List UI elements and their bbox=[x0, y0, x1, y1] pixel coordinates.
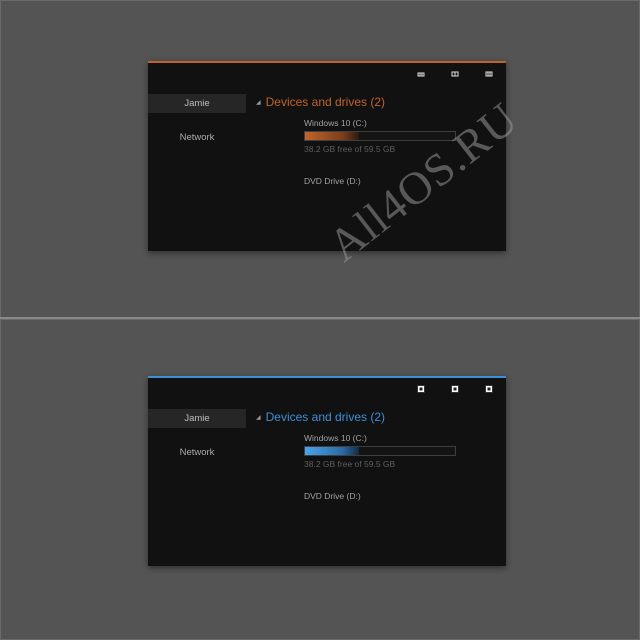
drive-c[interactable]: Windows 10 (C:) 38.2 GB free of 59.5 GB bbox=[304, 118, 456, 154]
maximize-icon[interactable] bbox=[450, 69, 460, 79]
collapse-arrow-icon: ◢ bbox=[256, 99, 261, 106]
preview-divider bbox=[0, 317, 640, 319]
group-title: Devices and drives (2) bbox=[265, 410, 386, 424]
close-icon[interactable] bbox=[484, 69, 494, 79]
drive-usage-bar bbox=[304, 131, 456, 141]
caption-buttons bbox=[416, 384, 494, 394]
drive-usage-fill bbox=[305, 447, 359, 455]
maximize-icon[interactable] bbox=[450, 384, 460, 394]
devices-group-header[interactable]: ◢ Devices and drives (2) bbox=[256, 95, 385, 109]
close-icon[interactable] bbox=[484, 384, 494, 394]
drive-usage-bar bbox=[304, 446, 456, 456]
explorer-window-blue: Jamie Network ◢ Devices and drives (2) W… bbox=[148, 376, 506, 566]
sidebar-item-network[interactable]: Network bbox=[148, 443, 246, 462]
drive-free-space: 38.2 GB free of 59.5 GB bbox=[304, 459, 396, 469]
drive-usage-fill bbox=[305, 132, 359, 140]
minimize-icon[interactable] bbox=[416, 384, 426, 394]
drive-name: Windows 10 (C:) bbox=[304, 118, 367, 128]
drive-free-space: 38.2 GB free of 59.5 GB bbox=[304, 144, 396, 154]
drive-d[interactable]: DVD Drive (D:) bbox=[304, 176, 456, 186]
sidebar-item-jamie[interactable]: Jamie bbox=[148, 94, 246, 113]
navigation-pane: Jamie Network bbox=[148, 94, 246, 162]
drive-c[interactable]: Windows 10 (C:) 38.2 GB free of 59.5 GB bbox=[304, 433, 456, 469]
drive-name: DVD Drive (D:) bbox=[304, 176, 361, 186]
sidebar-item-network[interactable]: Network bbox=[148, 128, 246, 147]
collapse-arrow-icon: ◢ bbox=[256, 414, 261, 421]
devices-group-header[interactable]: ◢ Devices and drives (2) bbox=[256, 410, 385, 424]
drive-name: DVD Drive (D:) bbox=[304, 491, 361, 501]
navigation-pane: Jamie Network bbox=[148, 409, 246, 477]
caption-buttons bbox=[416, 69, 494, 79]
sidebar-item-jamie[interactable]: Jamie bbox=[148, 409, 246, 428]
drive-d[interactable]: DVD Drive (D:) bbox=[304, 491, 456, 501]
minimize-icon[interactable] bbox=[416, 69, 426, 79]
group-title: Devices and drives (2) bbox=[265, 95, 386, 109]
explorer-window-orange: Jamie Network ◢ Devices and drives (2) W… bbox=[148, 61, 506, 251]
drive-name: Windows 10 (C:) bbox=[304, 433, 367, 443]
